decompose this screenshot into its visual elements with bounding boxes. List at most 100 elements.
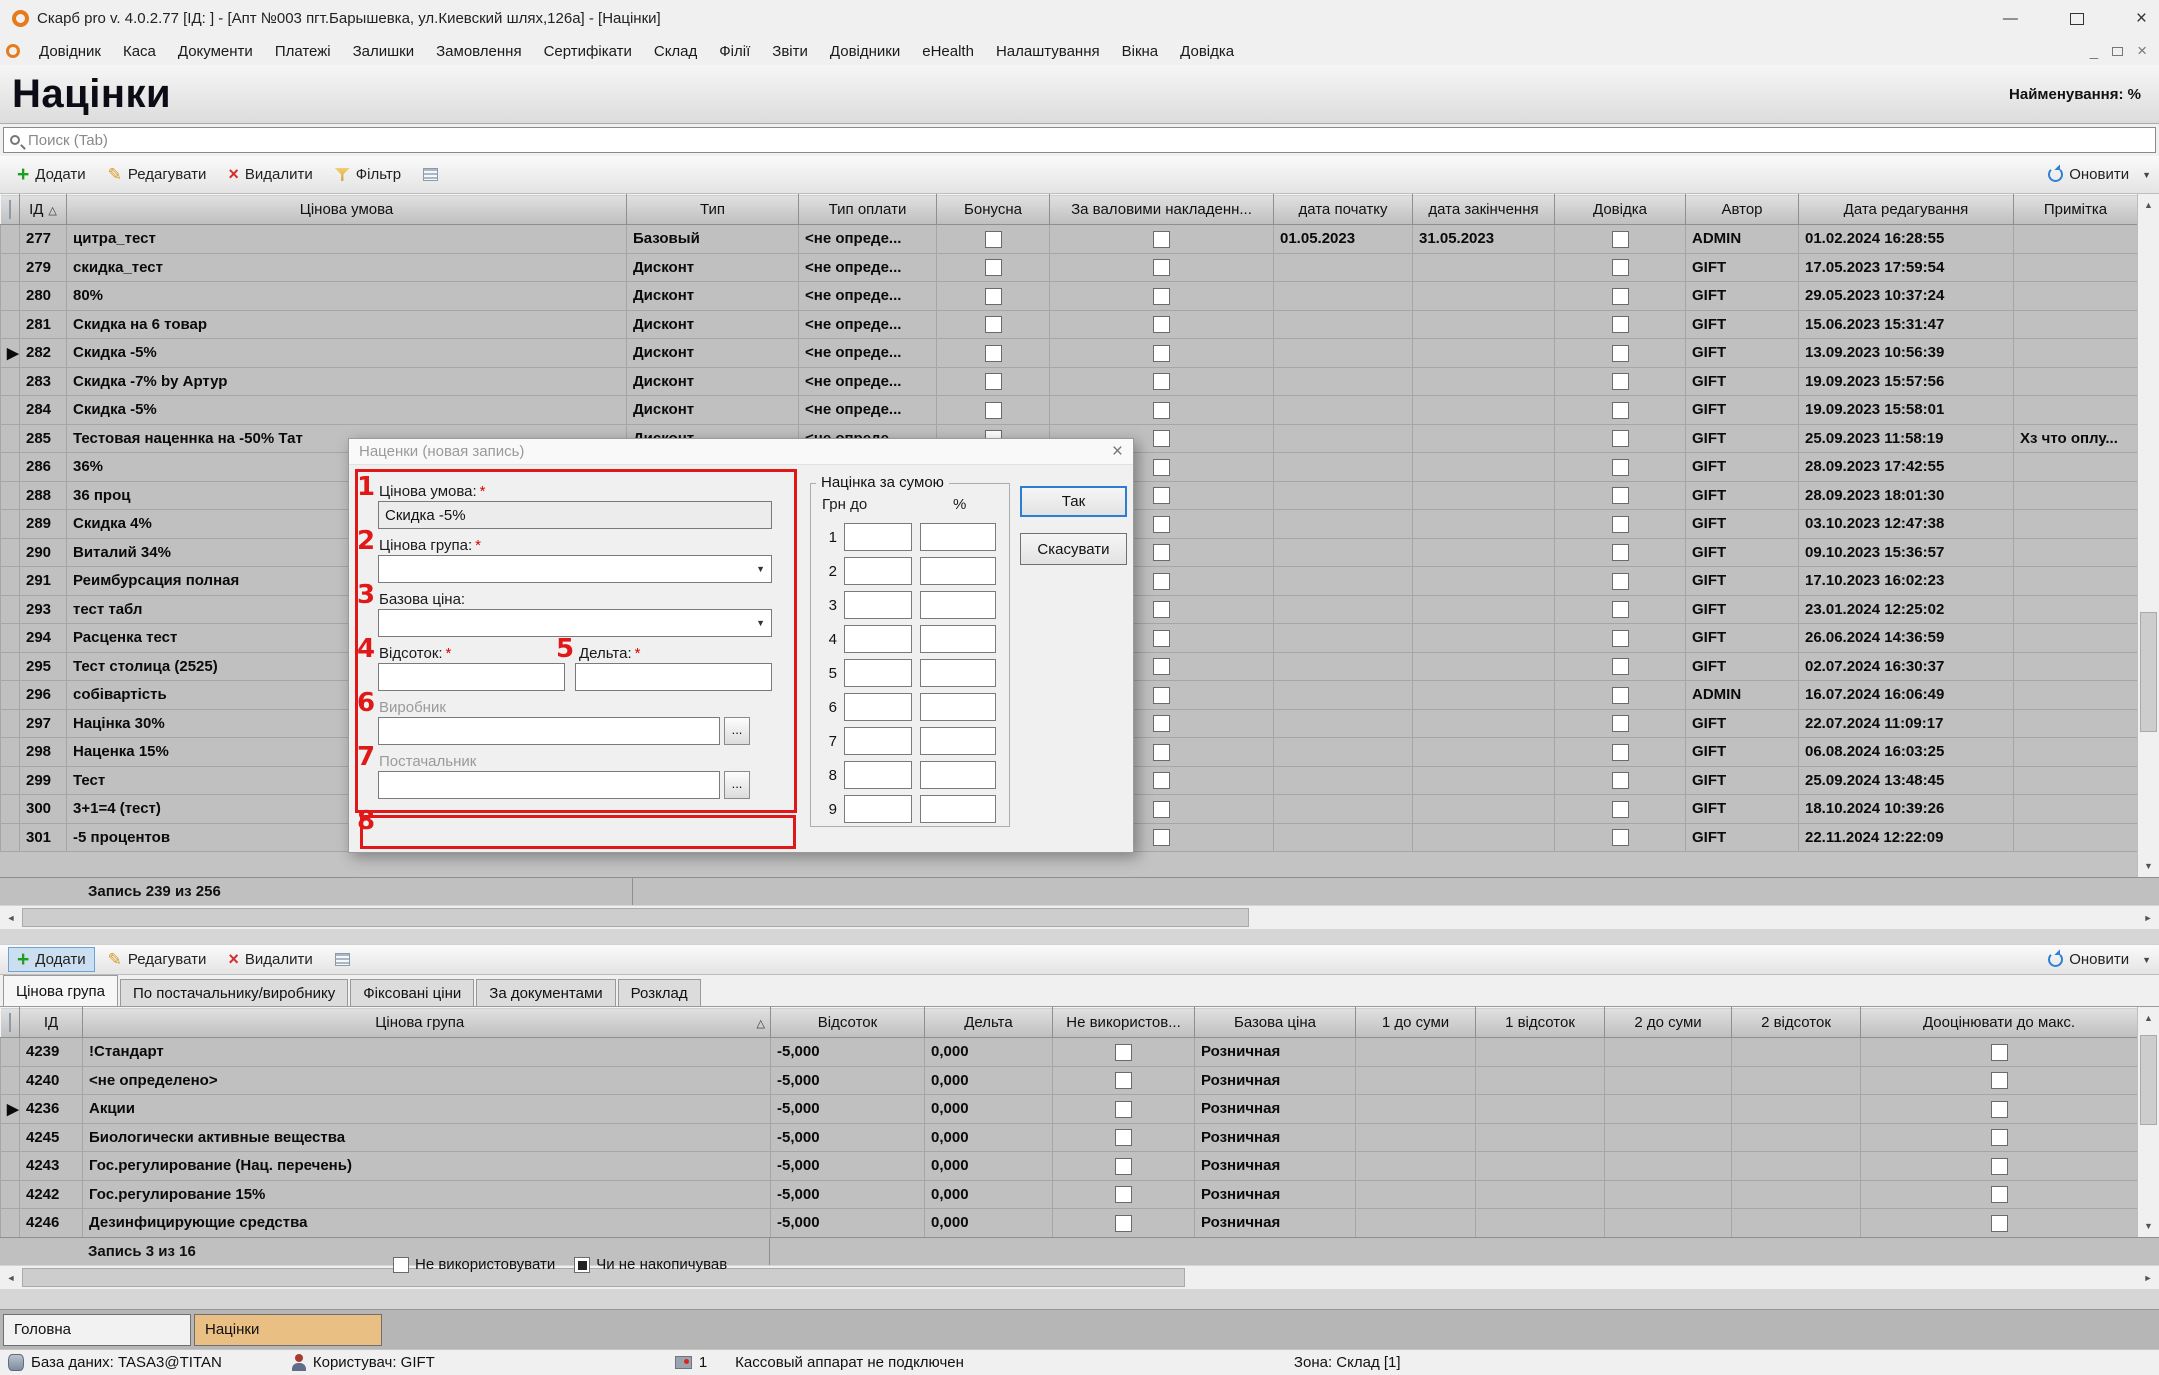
table-row[interactable]: 284Скидка -5%Дисконт<не опреде...GIFT19.… [1,396,2138,425]
manufacturer-browse-button[interactable]: ... [724,717,750,745]
cell-edited-date[interactable]: 16.07.2024 16:06:49 [1799,681,2014,710]
cell-end-date[interactable] [1413,738,1555,767]
cell-start-date[interactable] [1274,310,1413,339]
cell-author[interactable]: GIFT [1686,652,1799,681]
checkbox-cell[interactable] [1861,1095,2138,1124]
checkbox-cell[interactable] [1861,1038,2138,1067]
checkbox-cell[interactable] [1861,1123,2138,1152]
checkbox-icon[interactable] [1153,573,1170,590]
cell-sum2[interactable] [1605,1152,1732,1181]
checkbox-cell[interactable] [1050,339,1274,368]
checkbox-icon[interactable] [1153,601,1170,618]
cell-price-condition[interactable]: цитра_тест [67,225,627,254]
checkbox-icon[interactable] [1153,687,1170,704]
cell-sum1[interactable] [1356,1038,1476,1067]
cell-id[interactable]: 293 [20,595,67,624]
cell-id[interactable]: 294 [20,624,67,653]
checkbox-icon[interactable] [985,345,1002,362]
cell-id[interactable]: 296 [20,681,67,710]
cell-note[interactable] [2014,738,2138,767]
cell-delta[interactable]: 0,000 [925,1066,1053,1095]
menu-item-Залишки[interactable]: Залишки [342,40,426,63]
column-header[interactable]: Базова ціна [1195,1008,1356,1038]
checkbox-icon[interactable] [1991,1072,2008,1089]
cell-price-group[interactable]: Гос.регулирование 15% [83,1180,771,1209]
checkbox-icon[interactable] [1153,516,1170,533]
cell-base-price[interactable]: Розничная [1195,1123,1356,1152]
checkbox-icon[interactable] [1612,601,1629,618]
checkbox-cell[interactable] [1053,1066,1195,1095]
cell-base-price[interactable]: Розничная [1195,1066,1356,1095]
scroll-thumb[interactable] [2140,1035,2157,1125]
column-header[interactable]: Примітка [2014,195,2138,225]
checkbox-cell[interactable] [1053,1095,1195,1124]
cell-author[interactable]: GIFT [1686,595,1799,624]
cell-note[interactable] [2014,766,2138,795]
column-header[interactable]: дата закінчення [1413,195,1555,225]
checkbox-cell[interactable] [937,282,1050,311]
cell-author[interactable]: GIFT [1686,795,1799,824]
cell-price-condition[interactable]: Скидка на 6 товар [67,310,627,339]
cell-id[interactable]: 298 [20,738,67,767]
checkbox-icon[interactable] [1153,487,1170,504]
checkbox-icon[interactable] [1612,772,1629,789]
cell-start-date[interactable] [1274,396,1413,425]
cell-id[interactable]: 290 [20,538,67,567]
cell-percent2[interactable] [1732,1180,1861,1209]
table-row[interactable]: 279скидка_тестДисконт<не опреде...GIFT17… [1,253,2138,282]
window-tab-Головна[interactable]: Головна [3,1314,191,1346]
checkbox-icon[interactable] [1991,1215,2008,1232]
checkbox-cell[interactable] [1555,367,1686,396]
cell-percent[interactable]: -5,000 [771,1123,925,1152]
cell-id[interactable]: 285 [20,424,67,453]
cell-start-date[interactable] [1274,339,1413,368]
cell-start-date[interactable] [1274,652,1413,681]
menu-item-Філії[interactable]: Філії [708,40,761,63]
cell-edited-date[interactable]: 19.09.2023 15:58:01 [1799,396,2014,425]
cell-id[interactable]: 4243 [20,1152,83,1181]
cell-note[interactable] [2014,339,2138,368]
checkbox-icon[interactable] [1612,316,1629,333]
ok-button[interactable]: Так [1020,486,1127,517]
checkbox-filled-icon[interactable] [574,1257,590,1273]
table-row[interactable]: 281Скидка на 6 товарДисконт<не опреде...… [1,310,2138,339]
percent-input[interactable] [378,663,565,691]
cell-price-condition[interactable]: Скидка -5% [67,396,627,425]
cell-note[interactable] [2014,396,2138,425]
cell-sum2[interactable] [1605,1209,1732,1238]
menu-item-Звіти[interactable]: Звіти [761,40,819,63]
checkbox-icon[interactable] [1153,829,1170,846]
delete-button[interactable]: ×Видалити [219,162,321,187]
checkbox-icon[interactable] [1153,459,1170,476]
cell-percent[interactable]: -5,000 [771,1180,925,1209]
cell-author[interactable]: GIFT [1686,709,1799,738]
cell-author[interactable]: GIFT [1686,738,1799,767]
column-header[interactable]: 1 відсоток [1476,1008,1605,1038]
cell-delta[interactable]: 0,000 [925,1095,1053,1124]
sum-percent-input[interactable] [920,659,996,687]
column-header[interactable]: 1 до суми [1356,1008,1476,1038]
cell-pay-type[interactable]: <не опреде... [799,339,937,368]
cell-id[interactable]: 300 [20,795,67,824]
cell-type[interactable]: Базовый [627,225,799,254]
checkbox-icon[interactable] [985,231,1002,248]
cell-sum1[interactable] [1356,1123,1476,1152]
checkbox-cell[interactable] [1050,367,1274,396]
sum-amount-input[interactable] [844,557,912,585]
cell-edited-date[interactable]: 29.05.2023 10:37:24 [1799,282,2014,311]
checkbox-cell[interactable] [1555,253,1686,282]
checkbox-cell[interactable] [1053,1209,1195,1238]
cell-percent2[interactable] [1732,1095,1861,1124]
cell-edited-date[interactable]: 18.10.2024 10:39:26 [1799,795,2014,824]
cell-author[interactable]: GIFT [1686,624,1799,653]
cell-id[interactable]: 286 [20,453,67,482]
checkbox-cell[interactable] [1053,1038,1195,1067]
cell-start-date[interactable] [1274,481,1413,510]
cell-price-condition[interactable]: Скидка -5% [67,339,627,368]
cell-note[interactable] [2014,310,2138,339]
cell-edited-date[interactable]: 22.07.2024 11:09:17 [1799,709,2014,738]
checkbox-icon[interactable] [1115,1072,1132,1089]
checkbox-icon[interactable] [985,316,1002,333]
cell-price-condition[interactable]: скидка_тест [67,253,627,282]
cell-base-price[interactable]: Розничная [1195,1152,1356,1181]
